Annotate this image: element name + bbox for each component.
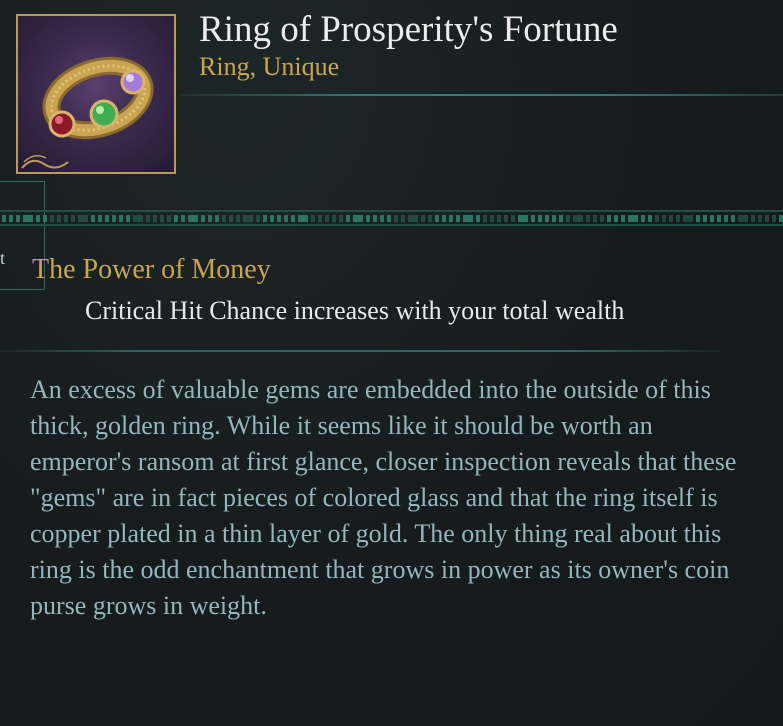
gem-ring-icon [21, 56, 154, 169]
header-divider [180, 94, 783, 96]
ability-title: The Power of Money [32, 254, 271, 285]
item-icon-frame [16, 14, 176, 174]
side-tab-letter: t [0, 248, 6, 268]
ornamental-divider [0, 210, 783, 226]
item-type: Ring, Unique [199, 52, 340, 81]
ability-divider [0, 350, 720, 352]
item-name: Ring of Prosperity's Fortune [199, 9, 618, 50]
item-tooltip-panel: t Ring of Prosperity's Fortune Ring, Uni… [0, 0, 783, 726]
flavor-text: An excess of valuable gems are embedded … [30, 375, 737, 620]
ability-description: Critical Hit Chance increases with your … [85, 296, 625, 325]
